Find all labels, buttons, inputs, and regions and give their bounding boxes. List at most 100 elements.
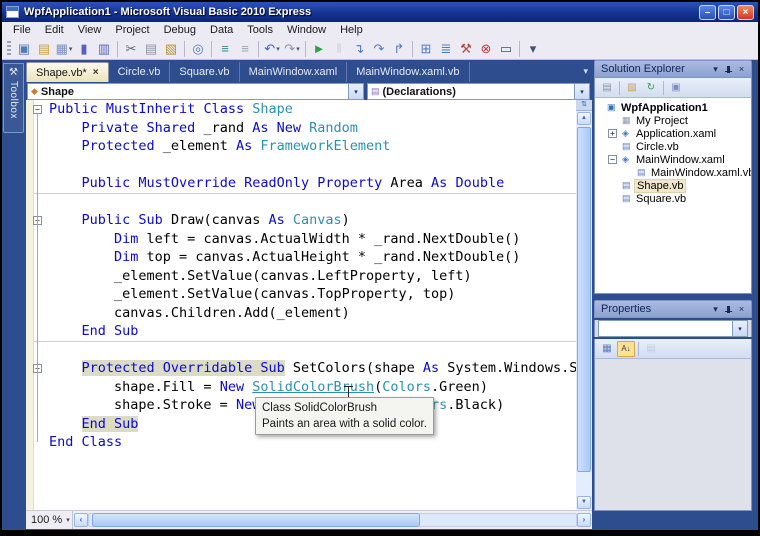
solution-explorer-button[interactable]: ⊞ — [416, 40, 436, 58]
menu-edit[interactable]: Edit — [38, 22, 71, 38]
step-into-button[interactable]: ↴ — [349, 40, 369, 58]
properties-titlebar[interactable]: Properties ▾ × — [594, 300, 752, 318]
menu-tools[interactable]: Tools — [240, 22, 280, 38]
copy-button[interactable]: ▤ — [141, 40, 161, 58]
code-token: MustOverride — [138, 175, 245, 191]
class-dropdown[interactable]: ◆ Shape ▾ — [27, 83, 364, 100]
find-symbol-button[interactable]: ◎ — [188, 40, 208, 58]
solution-explorer-view-code-button[interactable]: ▣ — [667, 80, 685, 96]
properties-categorized-button[interactable]: ▦ — [598, 341, 616, 357]
tree-expander-icon[interactable]: + — [608, 129, 617, 138]
add-new-item-dropdown-icon[interactable]: ▾ — [69, 45, 73, 53]
tree-item-square-vb[interactable]: ▤ Square.vb — [595, 192, 751, 205]
new-project-button[interactable]: ▣ — [14, 40, 34, 58]
tree-item-application-xaml[interactable]: + ◈ Application.xaml — [595, 127, 751, 140]
start-debugging-button[interactable]: ► — [309, 40, 329, 58]
code-token: .Black) — [447, 397, 505, 413]
toolbox-button[interactable]: ⚒ — [456, 40, 476, 58]
add-new-item-button[interactable]: ▦ ▾ — [54, 40, 74, 58]
properties-window-button[interactable]: ≣ — [436, 40, 456, 58]
step-over-button[interactable]: ↷ — [369, 40, 389, 58]
solution-explorer-icon: ⊞ — [420, 40, 432, 56]
horizontal-scroll-thumb[interactable] — [92, 513, 420, 527]
close-button[interactable]: × — [737, 4, 754, 20]
code-token: Public — [81, 175, 139, 191]
scroll-left-button[interactable]: ‹ — [74, 513, 88, 527]
solution-explorer-titlebar[interactable]: Solution Explorer ▾ × — [594, 60, 752, 78]
redo-button[interactable]: ↷ ▾ — [282, 40, 302, 58]
tab-mainwindow-xaml[interactable]: MainWindow.xaml — [240, 62, 348, 82]
comment-lines-button[interactable]: ≡ — [215, 40, 235, 58]
properties-alphabetical-button[interactable]: A↓ — [617, 340, 635, 357]
code-token: left = canvas.ActualWidth * _rand.NextDo… — [146, 230, 521, 247]
undo-button[interactable]: ↶ ▾ — [262, 40, 282, 58]
solution-explorer-window-position-button[interactable]: ▾ — [709, 63, 722, 76]
tab-square-vb[interactable]: Square.vb — [170, 62, 240, 82]
cut-button[interactable]: ✂ — [121, 40, 141, 58]
menu-data[interactable]: Data — [203, 22, 240, 38]
scroll-down-button[interactable]: ▼ — [577, 496, 591, 509]
solution-explorer-separator — [619, 80, 620, 95]
properties-window-position-button[interactable]: ▾ — [709, 303, 722, 316]
open-file-button[interactable]: ▤ — [34, 40, 54, 58]
save-button[interactable]: ▮ — [74, 40, 94, 58]
tree-item-wpfapplication1[interactable]: ▣ WpfApplication1 — [595, 101, 751, 114]
tree-item-mainwindow-xaml-vb[interactable]: ▤ MainWindow.xaml.vb — [595, 166, 751, 179]
menu-file[interactable]: File — [6, 22, 38, 38]
tab-circle-vb[interactable]: Circle.vb — [109, 62, 171, 82]
solution-explorer-refresh-button[interactable]: ↻ — [642, 80, 660, 96]
paste-button[interactable]: ▧ — [161, 40, 181, 58]
class-dropdown-arrow[interactable]: ▾ — [348, 84, 363, 99]
properties-object-dropdown[interactable]: ▾ — [598, 320, 748, 337]
undo-dropdown-icon[interactable]: ▾ — [276, 45, 280, 53]
scroll-right-button[interactable]: › — [577, 513, 591, 527]
code-editor[interactable]: Public MustInherit Class Shape Private S… — [26, 100, 592, 510]
tree-item-shape-vb[interactable]: ▤ Shape.vb — [595, 178, 751, 193]
fold-collapse-icon[interactable]: − — [33, 104, 42, 114]
uncomment-lines-button[interactable]: ≡ — [235, 40, 255, 58]
menu-view[interactable]: View — [71, 22, 109, 38]
save-all-button[interactable]: ▥ — [94, 40, 114, 58]
redo-icon: ↷ — [284, 40, 296, 56]
properties-dropdown-arrow[interactable]: ▾ — [732, 321, 747, 336]
step-out-button[interactable]: ↱ — [389, 40, 409, 58]
vertical-scroll-thumb[interactable] — [577, 127, 591, 472]
editor-vertical-scrollbar[interactable]: ⇅ ▲ ▼ — [576, 100, 592, 510]
member-dropdown-arrow[interactable]: ▾ — [574, 84, 589, 99]
tree-expander-icon[interactable]: − — [608, 155, 617, 164]
tree-item-label: Circle.vb — [636, 140, 679, 153]
tree-item-my-project[interactable]: ▦ My Project — [595, 114, 751, 127]
menu-window[interactable]: Window — [280, 22, 333, 38]
scroll-up-button[interactable]: ▲ — [577, 112, 591, 125]
tab-shape-vb-[interactable]: Shape.vb* × — [26, 62, 109, 82]
tree-item-mainwindow-xaml[interactable]: − ◈ MainWindow.xaml — [595, 153, 751, 166]
menu-debug[interactable]: Debug — [157, 22, 203, 38]
open-file-icon: ▤ — [37, 40, 51, 56]
member-dropdown[interactable]: ▤ (Declarations) ▾ — [367, 83, 590, 100]
tab-close-icon[interactable]: × — [93, 63, 99, 83]
properties-auto-hide-pin-button[interactable] — [722, 303, 735, 316]
split-window-handle[interactable]: ⇅ — [576, 100, 592, 111]
menu-project[interactable]: Project — [108, 22, 156, 38]
error-list-button[interactable]: ⊗ — [476, 40, 496, 58]
tab-mainwindow-xaml-vb[interactable]: MainWindow.xaml.vb — [347, 62, 470, 82]
minimize-button[interactable]: – — [699, 4, 716, 20]
tab-overflow-icon[interactable]: ▾ — [583, 66, 588, 77]
solution-explorer-close-panel-button[interactable]: × — [735, 63, 748, 76]
zoom-control[interactable]: 100 % ▾ — [26, 511, 73, 529]
toolbar-options-button[interactable]: ▾ — [523, 40, 543, 58]
solution-explorer-properties-button[interactable]: ▤ — [598, 80, 616, 96]
solution-explorer-auto-hide-pin-button[interactable] — [722, 63, 735, 76]
code-line: Protected _element As FrameworkElement — [49, 137, 576, 156]
menu-help[interactable]: Help — [333, 22, 370, 38]
tree-item-circle-vb[interactable]: ▤ Circle.vb — [595, 140, 751, 153]
code-token: shape.Fill = — [49, 378, 220, 395]
restore-button[interactable]: □ — [718, 4, 735, 20]
properties-close-panel-button[interactable]: × — [735, 303, 748, 316]
solution-explorer-show-all-files-button[interactable]: ▨ — [623, 80, 641, 96]
toolbox-tab[interactable]: ⚒ Toolbox — [3, 63, 24, 133]
immediate-window-button[interactable]: ▭ — [496, 40, 516, 58]
redo-dropdown-icon[interactable]: ▾ — [296, 45, 300, 53]
